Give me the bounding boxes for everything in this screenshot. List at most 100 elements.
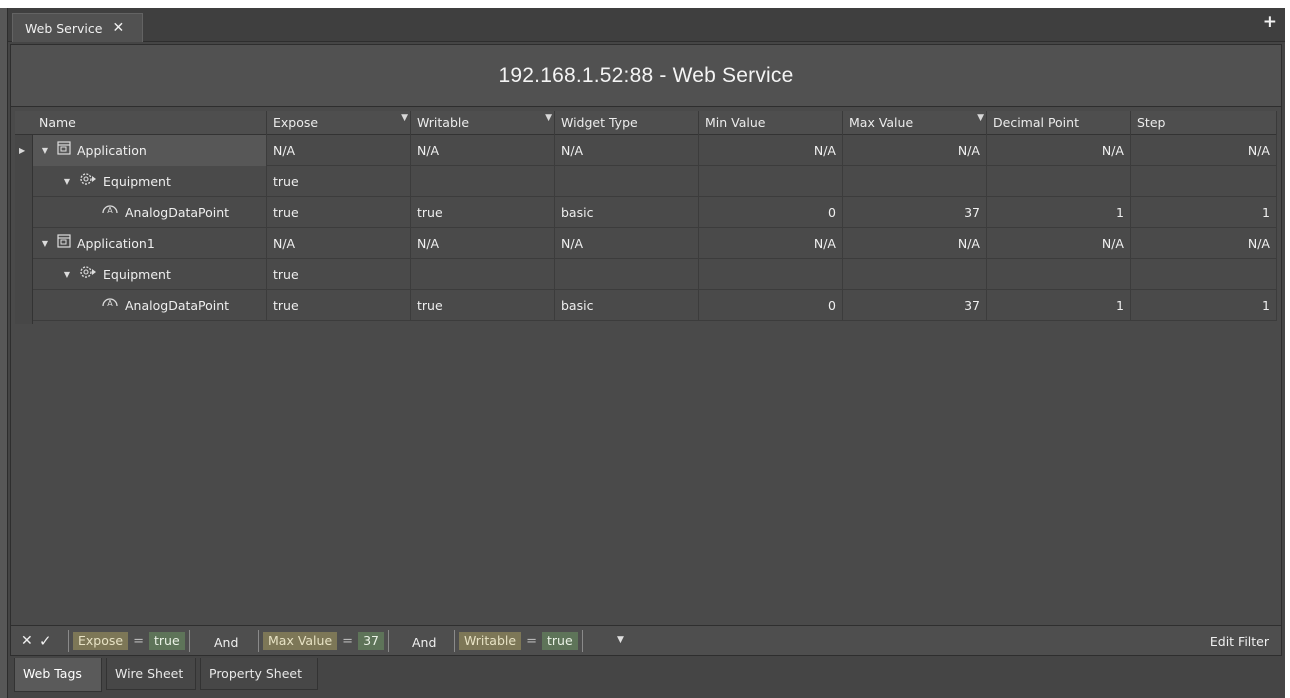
- cell-expose[interactable]: true: [267, 166, 411, 197]
- table-row[interactable]: ▼ Equipment true: [33, 259, 1277, 290]
- filter-joiner[interactable]: And: [214, 635, 238, 650]
- cell-name[interactable]: ▼ Equipment: [33, 259, 267, 290]
- edit-filter-button[interactable]: Edit Filter: [1210, 634, 1269, 649]
- cell-name[interactable]: A AnalogDataPoint: [33, 290, 267, 321]
- cell-expose[interactable]: N/A: [267, 228, 411, 259]
- cell-min-value[interactable]: [699, 259, 843, 290]
- condition-field[interactable]: Writable: [459, 632, 522, 650]
- column-header-min-value[interactable]: Min Value: [699, 111, 843, 135]
- cell-expose[interactable]: true: [267, 197, 411, 228]
- tab-web-tags[interactable]: Web Tags: [14, 658, 102, 692]
- cell-max-value[interactable]: N/A: [843, 135, 987, 166]
- cell-writable[interactable]: N/A: [411, 135, 555, 166]
- collapse-chevron-icon[interactable]: ▼: [61, 259, 73, 290]
- cell-widget-type[interactable]: [555, 259, 699, 290]
- add-condition-dropdown-icon[interactable]: ▼: [617, 635, 624, 645]
- condition-value[interactable]: true: [149, 632, 185, 650]
- column-header-writable[interactable]: Writable ▼: [411, 111, 555, 135]
- cell-widget-type[interactable]: basic: [555, 290, 699, 321]
- column-filter-icon[interactable]: ▼: [401, 106, 408, 130]
- node-name: Equipment: [103, 174, 171, 189]
- column-header-max-value[interactable]: Max Value ▼: [843, 111, 987, 135]
- cell-min-value[interactable]: N/A: [699, 228, 843, 259]
- cell-max-value[interactable]: [843, 166, 987, 197]
- filter-condition-expose[interactable]: Expose = true: [68, 630, 190, 652]
- cell-writable[interactable]: [411, 166, 555, 197]
- cell-decimal-point[interactable]: N/A: [987, 228, 1131, 259]
- condition-field[interactable]: Max Value: [263, 632, 338, 650]
- clear-filter-icon[interactable]: ✕: [21, 633, 33, 649]
- cell-name[interactable]: ▼ Application1: [33, 228, 267, 259]
- cell-step[interactable]: [1131, 166, 1277, 197]
- cell-writable[interactable]: N/A: [411, 228, 555, 259]
- table-row[interactable]: ▶ ▼ Application N/A N/A N/A N/A N/A N/A N/A: [19, 135, 1277, 166]
- collapse-chevron-icon[interactable]: ▼: [39, 135, 51, 166]
- column-header-step[interactable]: Step: [1131, 111, 1277, 135]
- condition-field[interactable]: Expose: [73, 632, 129, 650]
- table-row[interactable]: A AnalogDataPoint true true basic 0 37 1 1: [33, 197, 1277, 228]
- condition-value[interactable]: 37: [358, 632, 384, 650]
- cell-min-value[interactable]: [699, 166, 843, 197]
- tab-wire-sheet[interactable]: Wire Sheet: [106, 658, 196, 690]
- cell-max-value[interactable]: N/A: [843, 228, 987, 259]
- node-name: AnalogDataPoint: [125, 205, 230, 220]
- filter-joiner[interactable]: And: [412, 635, 436, 650]
- cell-writable[interactable]: true: [411, 197, 555, 228]
- condition-operator[interactable]: =: [521, 634, 542, 649]
- column-header-expose[interactable]: Expose ▼: [267, 111, 411, 135]
- cell-min-value[interactable]: N/A: [699, 135, 843, 166]
- cell-widget-type[interactable]: [555, 166, 699, 197]
- collapse-chevron-icon[interactable]: ▼: [39, 228, 51, 259]
- column-filter-icon[interactable]: ▼: [545, 106, 552, 130]
- cell-name[interactable]: ▼ Equipment: [33, 166, 267, 197]
- add-tab-icon[interactable]: +: [1263, 14, 1277, 31]
- cell-step[interactable]: 1: [1131, 290, 1277, 321]
- cell-decimal-point[interactable]: [987, 259, 1131, 290]
- tab-web-service[interactable]: Web Service ✕: [12, 13, 143, 42]
- column-header-widget-type[interactable]: Widget Type: [555, 111, 699, 135]
- cell-max-value[interactable]: 37: [843, 290, 987, 321]
- table-row[interactable]: ▼ Application1 N/A N/A N/A N/A N/A N/A N/A: [33, 228, 1277, 259]
- cell-expose[interactable]: true: [267, 259, 411, 290]
- filter-condition-max-value[interactable]: Max Value = 37: [258, 630, 389, 652]
- cell-max-value[interactable]: [843, 259, 987, 290]
- enable-filter-checkbox[interactable]: ✓: [39, 632, 52, 650]
- cell-widget-type[interactable]: N/A: [555, 228, 699, 259]
- column-header-name[interactable]: Name: [33, 111, 267, 135]
- cell-decimal-point[interactable]: N/A: [987, 135, 1131, 166]
- svg-text:A: A: [107, 299, 113, 308]
- condition-operator[interactable]: =: [128, 634, 149, 649]
- cell-name[interactable]: A AnalogDataPoint: [33, 197, 267, 228]
- cell-expose[interactable]: N/A: [267, 135, 411, 166]
- cell-max-value[interactable]: 37: [843, 197, 987, 228]
- cell-widget-type[interactable]: N/A: [555, 135, 699, 166]
- cell-step[interactable]: [1131, 259, 1277, 290]
- cell-min-value[interactable]: 0: [699, 197, 843, 228]
- condition-operator[interactable]: =: [337, 634, 358, 649]
- table-row[interactable]: A AnalogDataPoint true true basic 0 37 1 1: [33, 290, 1277, 321]
- window-left-edge: [0, 8, 8, 698]
- cell-decimal-point[interactable]: [987, 166, 1131, 197]
- column-header-label: Expose: [273, 115, 319, 130]
- filter-condition-writable[interactable]: Writable = true: [454, 630, 583, 652]
- cell-decimal-point[interactable]: 1: [987, 290, 1131, 321]
- column-header-label: Step: [1137, 115, 1166, 130]
- collapse-chevron-icon[interactable]: ▼: [61, 166, 73, 197]
- cell-expose[interactable]: true: [267, 290, 411, 321]
- condition-value[interactable]: true: [541, 632, 578, 650]
- close-icon[interactable]: ✕: [112, 21, 124, 35]
- tab-property-sheet[interactable]: Property Sheet: [200, 658, 318, 690]
- cell-writable[interactable]: true: [411, 290, 555, 321]
- cell-widget-type[interactable]: basic: [555, 197, 699, 228]
- table-row[interactable]: ▼ Equipment true: [33, 166, 1277, 197]
- cell-decimal-point[interactable]: 1: [987, 197, 1131, 228]
- cell-step[interactable]: 1: [1131, 197, 1277, 228]
- cell-writable[interactable]: [411, 259, 555, 290]
- cell-name[interactable]: ▼ Application: [33, 135, 267, 166]
- cell-step[interactable]: N/A: [1131, 228, 1277, 259]
- equipment-gear-icon: [79, 166, 97, 197]
- cell-step[interactable]: N/A: [1131, 135, 1277, 166]
- column-filter-icon[interactable]: ▼: [977, 106, 984, 130]
- cell-min-value[interactable]: 0: [699, 290, 843, 321]
- column-header-decimal-point[interactable]: Decimal Point: [987, 111, 1131, 135]
